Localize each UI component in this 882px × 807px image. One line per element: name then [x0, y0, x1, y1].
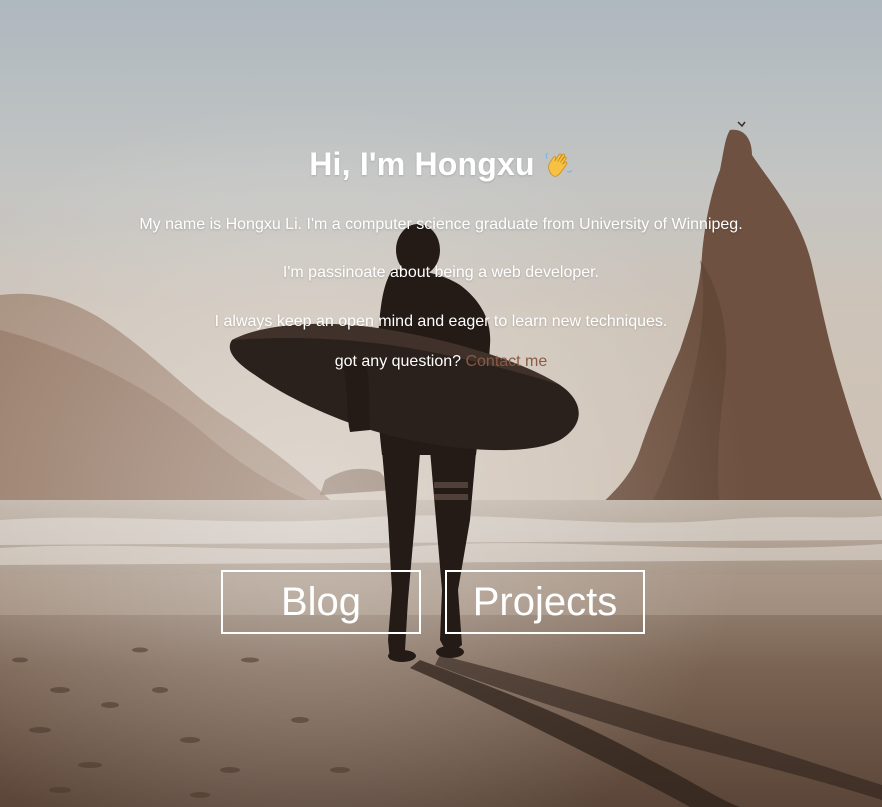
hero-title-text: Hi, I'm Hongxu — [309, 146, 535, 182]
background-photo — [0, 0, 882, 807]
hero-title: Hi, I'm Hongxu — [0, 146, 882, 183]
question-text: got any question? — [334, 353, 466, 370]
intro-text: My name is Hongxu Li. I'm a computer sci… — [139, 216, 743, 233]
waving-hand-icon — [545, 152, 573, 177]
blog-button[interactable]: Blog — [221, 570, 421, 634]
passion-text: I'm passinoate about being a web develop… — [282, 264, 600, 281]
contact-line: got any question? Contact me — [0, 352, 882, 372]
contact-me-link[interactable]: Contact me — [465, 353, 547, 370]
projects-button[interactable]: Projects — [445, 570, 645, 634]
mindset-text: I always keep an open mind and eager to … — [214, 313, 668, 330]
landing-page: Hi, I'm Hongxu My name is Hongxu Li. I'm… — [0, 0, 882, 807]
